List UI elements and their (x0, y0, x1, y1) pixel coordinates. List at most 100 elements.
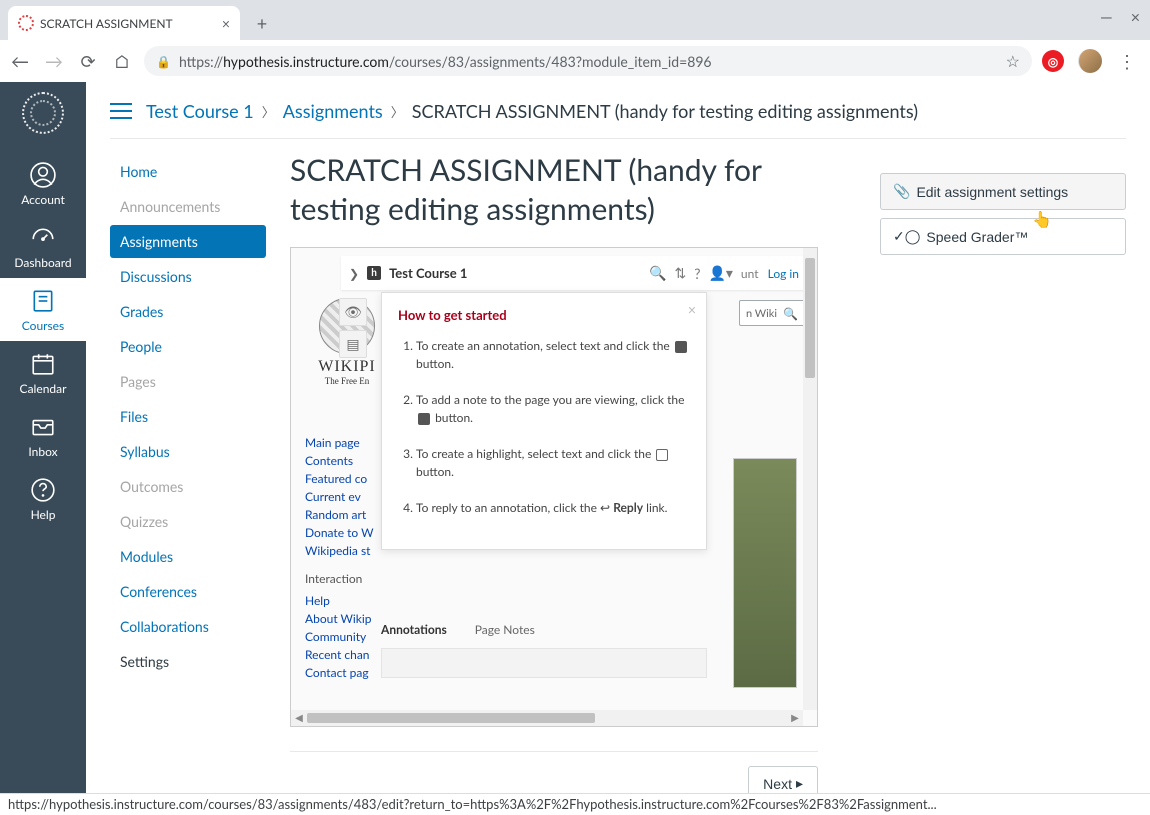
wiki-link[interactable]: Wikipedia st (305, 542, 374, 560)
sort-icon[interactable]: ⇅ (674, 264, 686, 282)
course-menu-toggle[interactable] (110, 103, 132, 119)
help-step: To create an annotation, select text and… (416, 337, 690, 373)
wiki-sidebar-links: Main pageContentsFeatured coCurrent evRa… (305, 434, 374, 682)
bookmark-star-icon[interactable]: ☆ (1006, 52, 1020, 71)
search-icon[interactable]: 🔍 (783, 306, 798, 321)
url-text: https://hypothesis.instructure.com/cours… (179, 53, 998, 70)
home-button[interactable]: ⌂ (110, 49, 134, 73)
reload-button[interactable]: ⟳ (76, 49, 100, 73)
speedgrader-button[interactable]: ✓◯ Speed Grader™ (880, 218, 1126, 255)
hypothesis-group[interactable]: Test Course 1 (389, 265, 641, 281)
tab-page-notes[interactable]: Page Notes (475, 622, 535, 641)
new-tab-button[interactable]: + (248, 9, 276, 37)
search-icon[interactable]: 🔍 (649, 264, 666, 282)
help-step: To create a highlight, select text and c… (416, 445, 690, 481)
nav-help[interactable]: Help (0, 467, 86, 530)
wiki-link[interactable]: Current ev (305, 488, 374, 506)
course-nav-item[interactable]: Discussions (110, 260, 266, 293)
extension-icon[interactable]: ◎ (1042, 50, 1064, 72)
help-title: How to get started (398, 307, 690, 323)
nav-account[interactable]: Account (0, 152, 86, 215)
profile-avatar[interactable] (1078, 49, 1102, 73)
courses-icon (30, 288, 56, 314)
hypothesis-toolbar: ❯ h Test Course 1 🔍 ⇅ ? 👤▾ unt (341, 256, 807, 290)
login-link[interactable]: Log in (768, 266, 799, 281)
course-nav-item[interactable]: Files (110, 400, 266, 433)
breadcrumb-current: SCRATCH ASSIGNMENT (handy for testing ed… (412, 100, 918, 122)
scrollbar-horizontal[interactable]: ◀ ▶ (291, 710, 803, 726)
inbox-icon (30, 414, 56, 440)
tab-close-icon[interactable]: × (222, 15, 230, 32)
lock-icon: 🔒 (156, 54, 171, 69)
wiki-link[interactable]: Contact pag (305, 664, 374, 682)
global-nav: Account Dashboard Courses Calendar Inbox… (0, 82, 86, 815)
nav-inbox[interactable]: Inbox (0, 404, 86, 467)
canvas-logo-icon[interactable] (22, 92, 64, 134)
course-nav-item[interactable]: Announcements (110, 190, 266, 223)
wiki-link[interactable]: Main page (305, 434, 374, 452)
scrollbar-vertical[interactable] (803, 248, 817, 710)
tab-title: SCRATCH ASSIGNMENT (40, 16, 216, 31)
wiki-link[interactable]: Contents (305, 452, 374, 470)
address-bar[interactable]: 🔒 https://hypothesis.instructure.com/cou… (144, 46, 1032, 76)
tab-annotations[interactable]: Annotations (381, 622, 447, 641)
forward-button[interactable]: → (42, 49, 66, 73)
course-nav-item[interactable]: Quizzes (110, 505, 266, 538)
wiki-link[interactable]: About Wikip (305, 610, 374, 628)
help-toggle-icon[interactable]: ? (694, 265, 700, 282)
user-icon[interactable]: 👤▾ (708, 264, 732, 282)
visibility-icon[interactable]: 👁 (339, 298, 367, 326)
paperclip-icon: 📎 (893, 183, 910, 200)
course-nav-item[interactable]: Collaborations (110, 610, 266, 643)
help-icon (30, 477, 56, 503)
course-nav: HomeAnnouncementsAssignmentsDiscussionsG… (110, 139, 266, 815)
back-button[interactable]: ← (8, 49, 32, 73)
course-nav-item[interactable]: Modules (110, 540, 266, 573)
nav-courses[interactable]: Courses (0, 278, 86, 341)
course-nav-item[interactable]: Assignments (110, 225, 266, 258)
course-nav-item[interactable]: Conferences (110, 575, 266, 608)
course-nav-item[interactable]: Settings (110, 645, 266, 678)
favicon-icon (18, 15, 34, 31)
wiki-search[interactable]: n Wiki 🔍 (739, 300, 805, 326)
breadcrumb-section[interactable]: Assignments (283, 100, 383, 122)
highlight-icon (656, 449, 668, 461)
wiki-link[interactable]: Recent chan (305, 646, 374, 664)
wiki-link[interactable]: Help (305, 592, 374, 610)
status-bar: https://hypothesis.instructure.com/cours… (0, 793, 1150, 815)
annotate-icon (675, 341, 687, 353)
chevron-right-icon[interactable]: ❯ (349, 266, 359, 281)
wiki-link[interactable]: Donate to W (305, 524, 374, 542)
course-nav-item[interactable]: People (110, 330, 266, 363)
note-icon[interactable]: ▤ (339, 330, 367, 358)
window-close-icon[interactable]: × (1131, 8, 1140, 27)
course-nav-item[interactable]: Pages (110, 365, 266, 398)
course-nav-item[interactable]: Grades (110, 295, 266, 328)
page-title: SCRATCH ASSIGNMENT (handy for testing ed… (290, 151, 850, 229)
dashboard-icon (30, 225, 56, 251)
browser-tab[interactable]: SCRATCH ASSIGNMENT × (8, 6, 240, 40)
chevron-right-icon: ▸ (796, 775, 803, 792)
annotation-placeholder (381, 648, 707, 678)
hypothesis-account: unt Log in (741, 266, 799, 281)
edit-assignment-button[interactable]: 📎 Edit assignment settings (880, 173, 1126, 210)
nav-dashboard[interactable]: Dashboard (0, 215, 86, 278)
course-nav-item[interactable]: Outcomes (110, 470, 266, 503)
speedgrader-icon: ✓◯ (893, 228, 920, 245)
account-icon (30, 162, 56, 188)
reply-icon: ↩ (600, 500, 610, 515)
article-image (733, 458, 797, 688)
wiki-link[interactable]: Community (305, 628, 374, 646)
course-nav-item[interactable]: Syllabus (110, 435, 266, 468)
scroll-left-icon[interactable]: ◀ (291, 712, 307, 724)
breadcrumb-course[interactable]: Test Course 1 (146, 100, 254, 122)
course-nav-item[interactable]: Home (110, 155, 266, 188)
browser-menu-icon[interactable]: ⋮ (1112, 50, 1142, 73)
breadcrumb: Test Course 1 〉 Assignments 〉 SCRATCH AS… (146, 100, 918, 122)
wiki-link[interactable]: Featured co (305, 470, 374, 488)
scroll-right-icon[interactable]: ▶ (787, 712, 803, 724)
nav-calendar[interactable]: Calendar (0, 341, 86, 404)
close-icon[interactable]: × (688, 301, 696, 318)
window-minimize-icon[interactable]: — (1100, 8, 1113, 27)
wiki-link[interactable]: Random art (305, 506, 374, 524)
